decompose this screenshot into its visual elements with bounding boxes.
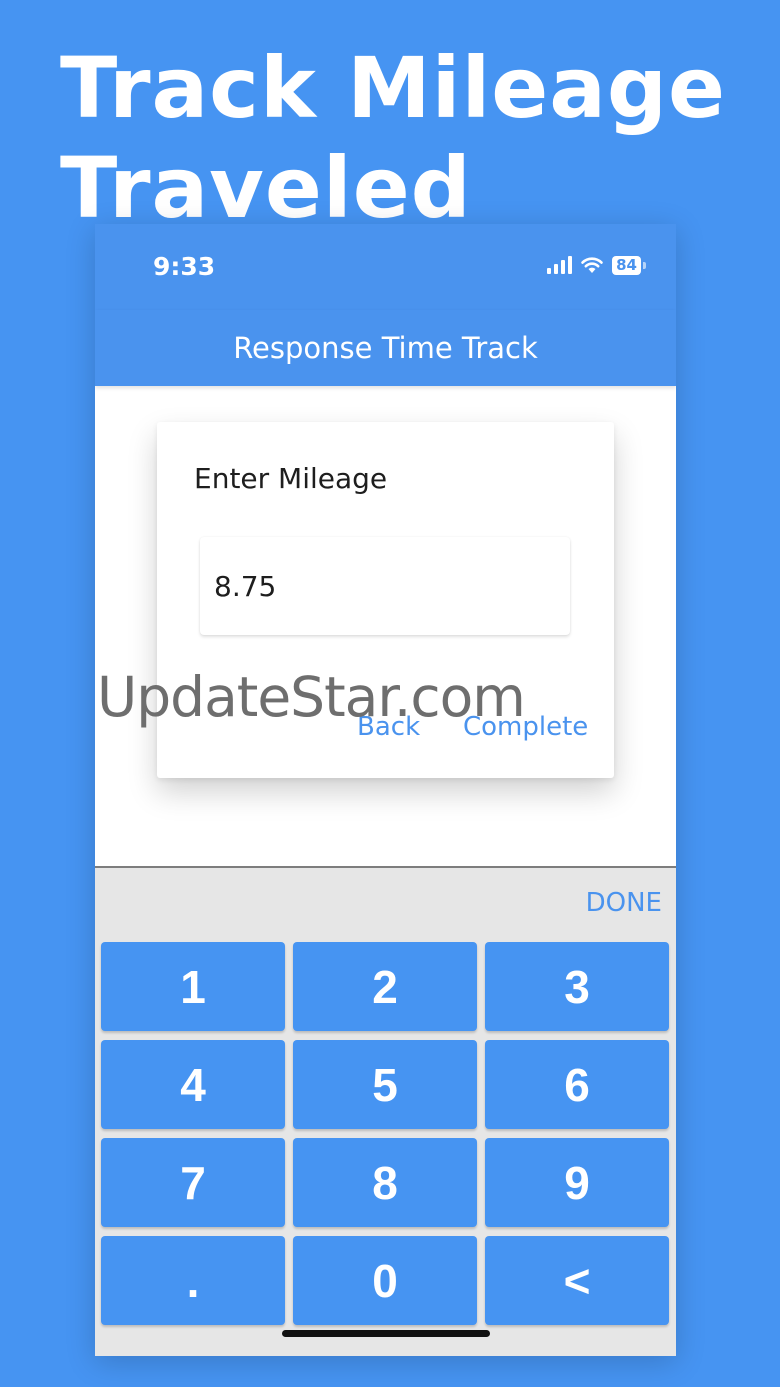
key-3[interactable]: 3 — [485, 942, 669, 1031]
key-7[interactable]: 7 — [101, 1138, 285, 1227]
mileage-input[interactable] — [200, 537, 570, 635]
battery-icon: 84 — [612, 255, 641, 275]
key-2[interactable]: 2 — [293, 942, 477, 1031]
phone-screen: 9:33 84 Response Time Track Enter Mileag… — [95, 224, 676, 1356]
key-5[interactable]: 5 — [293, 1040, 477, 1129]
key-8[interactable]: 8 — [293, 1138, 477, 1227]
wifi-icon — [581, 257, 603, 273]
headline-line-1: Track Mileage — [60, 39, 727, 137]
done-button[interactable]: DONE — [586, 888, 662, 918]
key-9[interactable]: 9 — [485, 1138, 669, 1227]
key-decimal[interactable]: . — [101, 1236, 285, 1325]
key-1[interactable]: 1 — [101, 942, 285, 1031]
status-icons: 84 — [547, 254, 646, 276]
key-backspace[interactable]: < — [485, 1236, 669, 1325]
key-6[interactable]: 6 — [485, 1040, 669, 1129]
key-4[interactable]: 4 — [101, 1040, 285, 1129]
status-time: 9:33 — [153, 252, 216, 281]
status-bar: 9:33 84 — [95, 224, 676, 310]
signal-icon — [547, 256, 573, 274]
battery-cap — [643, 261, 646, 269]
headline: Track Mileage Traveled — [60, 38, 726, 238]
mileage-dialog: Enter Mileage Back Complete — [157, 422, 614, 778]
headline-line-2: Traveled — [60, 139, 472, 237]
app-title: Response Time Track — [233, 331, 538, 365]
complete-button[interactable]: Complete — [463, 712, 588, 742]
numeric-keyboard: DONE 1 2 3 4 5 6 7 8 9 . 0 < — [95, 866, 676, 1356]
key-0[interactable]: 0 — [293, 1236, 477, 1325]
app-bar: Response Time Track — [95, 310, 676, 386]
keypad: 1 2 3 4 5 6 7 8 9 . 0 < — [101, 942, 669, 1325]
back-button[interactable]: Back — [357, 712, 420, 742]
dialog-title: Enter Mileage — [194, 462, 388, 495]
home-indicator — [282, 1330, 490, 1337]
